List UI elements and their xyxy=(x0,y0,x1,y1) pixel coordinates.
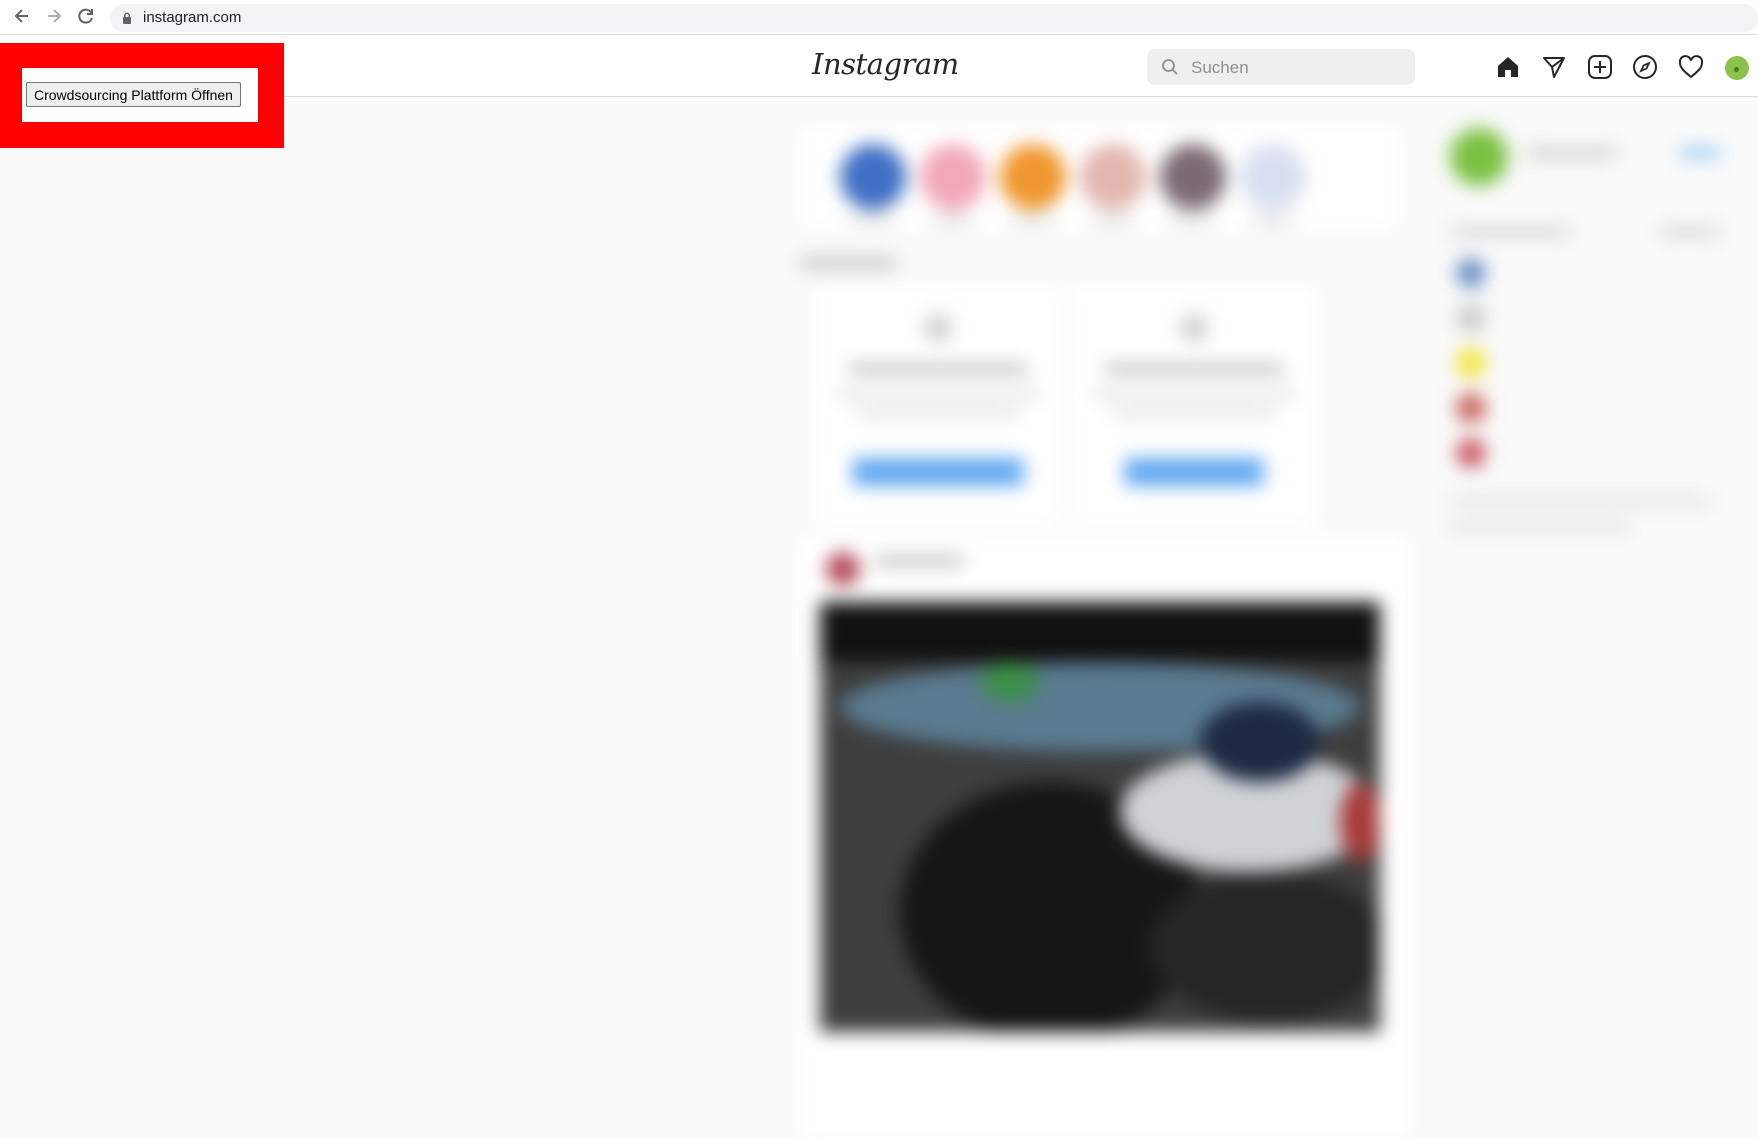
overlay-button-container: Crowdsourcing Plattform Öffnen xyxy=(22,68,258,122)
back-arrow-icon[interactable] xyxy=(12,6,32,26)
story-avatar xyxy=(1160,144,1226,210)
forward-arrow-icon[interactable] xyxy=(44,6,64,26)
feed-post xyxy=(800,538,1410,1138)
open-crowdsourcing-button[interactable]: Crowdsourcing Plattform Öffnen xyxy=(26,82,241,107)
reload-icon[interactable] xyxy=(76,6,96,26)
story-avatar xyxy=(840,144,906,210)
suggestion-card xyxy=(1072,286,1316,526)
story-avatar xyxy=(1240,144,1306,210)
search-placeholder: Suchen xyxy=(1191,58,1249,77)
address-bar[interactable]: instagram.com xyxy=(110,4,1758,32)
direct-message-icon[interactable] xyxy=(1541,54,1567,80)
profile-avatar[interactable] xyxy=(1725,56,1749,80)
story-avatar xyxy=(1080,144,1146,210)
browser-toolbar: instagram.com xyxy=(0,0,1758,35)
story-avatar xyxy=(920,144,986,210)
home-icon[interactable] xyxy=(1495,54,1521,80)
suggestion-card xyxy=(816,286,1060,526)
story-avatar xyxy=(1000,144,1066,210)
instagram-logo[interactable]: Instagram xyxy=(812,47,959,81)
suggestions-sidebar xyxy=(1450,128,1750,588)
lock-icon xyxy=(123,12,131,24)
url-text: instagram.com xyxy=(143,9,242,26)
search-icon xyxy=(1162,59,1178,75)
activity-heart-icon[interactable] xyxy=(1678,54,1704,80)
crowdsourcing-overlay: Crowdsourcing Plattform Öffnen xyxy=(0,43,284,148)
stories-tray xyxy=(800,128,1400,228)
search-input[interactable]: Suchen xyxy=(1147,49,1415,85)
explore-icon[interactable] xyxy=(1632,54,1658,80)
blurred-feed xyxy=(790,118,1758,1138)
post-image xyxy=(820,602,1380,1032)
new-post-icon[interactable] xyxy=(1587,54,1613,80)
